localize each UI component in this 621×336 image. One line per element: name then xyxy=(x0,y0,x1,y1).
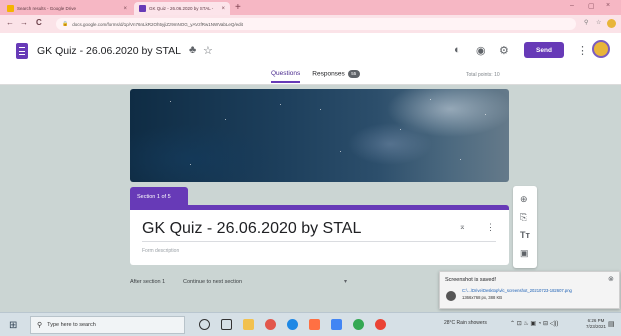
forward-icon[interactable]: → xyxy=(20,18,28,27)
select-value: Continue to next section xyxy=(183,279,243,285)
google-forms-icon[interactable] xyxy=(16,43,28,59)
add-title-icon[interactable]: Tт xyxy=(520,230,530,240)
section-title-card[interactable]: GK Quiz - 26.06.2020 by STAL ⌅ ⋮ Form de… xyxy=(130,205,509,265)
close-tab-icon[interactable]: × xyxy=(123,6,127,12)
cortana-icon[interactable] xyxy=(199,319,210,330)
zoom-icon[interactable]: ⚲ xyxy=(584,19,588,26)
maximize-icon[interactable]: ▢ xyxy=(588,2,595,10)
section-tag: Section 1 of 5 xyxy=(130,187,188,207)
star-icon[interactable]: ☆ xyxy=(203,44,213,57)
address-bar-row: ← → C 🔒 docs.google.com/forms/d/1p/Vn76n… xyxy=(0,15,621,33)
form-title[interactable]: GK Quiz - 26.06.2020 by STAL xyxy=(37,45,181,57)
more-options-icon[interactable]: ⋮ xyxy=(577,44,588,57)
header-banner-image xyxy=(130,89,509,182)
forms-header: GK Quiz - 26.06.2020 by STAL ♣ ☆ ◐ ◉ ⚙ S… xyxy=(0,33,621,85)
edge-icon[interactable] xyxy=(287,319,298,330)
forms-icon xyxy=(139,5,146,12)
back-icon[interactable]: ← xyxy=(6,18,14,27)
add-image-icon[interactable]: ▣ xyxy=(520,248,529,259)
palette-icon[interactable]: ◐ xyxy=(454,44,461,56)
send-button[interactable]: Send xyxy=(524,42,564,58)
chevron-down-icon: ▾ xyxy=(343,279,347,285)
divider xyxy=(142,241,496,242)
more-options-icon[interactable]: ⋮ xyxy=(486,222,495,233)
new-tab-button[interactable]: + xyxy=(235,2,241,13)
task-view-icon[interactable] xyxy=(221,319,232,330)
add-question-icon[interactable]: ⊕ xyxy=(520,194,528,205)
search-placeholder: Type here to search xyxy=(47,322,96,328)
tab-title: GK Quiz - 26.06.2020 by STAL - xyxy=(149,6,214,11)
screenshot-saved-notification[interactable]: Screenshot is saved! ⊗ C:\...\Drive\Desk… xyxy=(439,271,620,309)
system-tray-icons[interactable]: ⌃ ⊡ ♨ ▣ ◔ ⊟ ◁)) xyxy=(510,320,558,327)
section-title[interactable]: GK Quiz - 26.06.2020 by STAL xyxy=(142,220,361,238)
lock-icon: 🔒 xyxy=(62,21,69,27)
notification-title: Screenshot is saved! xyxy=(445,277,497,283)
file-explorer-icon[interactable] xyxy=(243,319,254,330)
profile-icon[interactable] xyxy=(607,19,616,28)
paint-icon[interactable] xyxy=(265,319,276,330)
responses-count-badge: 55 xyxy=(347,70,360,78)
windows-start-icon[interactable]: ⊞ xyxy=(9,320,17,331)
minimize-icon[interactable]: – xyxy=(570,2,574,9)
office-icon[interactable] xyxy=(309,319,320,330)
close-tab-icon[interactable]: × xyxy=(221,6,225,12)
tab-responses[interactable]: Responses 55 xyxy=(312,70,360,83)
browser-tab-drive[interactable]: Search results - Google Drive × xyxy=(2,2,132,15)
move-to-folder-icon[interactable]: ♣ xyxy=(189,44,196,56)
windows-taskbar: ⊞ ⚲ Type here to search 28°C Rain shower… xyxy=(0,312,621,336)
clock-date: 7/23/2021 xyxy=(586,324,607,329)
reload-icon[interactable]: C xyxy=(36,18,42,27)
after-section-label: After section 1 xyxy=(130,279,166,285)
browser-tab-strip: Search results - Google Drive × GK Quiz … xyxy=(0,0,621,15)
form-tabs: Questions Responses 55 xyxy=(271,70,360,83)
section-navigation-select[interactable]: Continue to next section ▾ xyxy=(183,279,353,285)
taskbar-clock[interactable]: 6:26 PM 7/23/2021 xyxy=(586,318,606,330)
url-field[interactable]: 🔒 docs.google.com/forms/d/1p/Vn76nLkR2Oh… xyxy=(56,18,576,30)
weather-widget[interactable]: 28°C Rain showers xyxy=(444,320,487,326)
drive-icon xyxy=(7,5,14,12)
taskbar-search-box[interactable]: ⚲ Type here to search xyxy=(30,316,185,334)
settings-gear-icon[interactable]: ⚙ xyxy=(499,44,509,57)
close-icon[interactable]: ⊗ xyxy=(608,275,614,283)
collapse-icon[interactable]: ⌅ xyxy=(459,222,466,231)
chrome-icon[interactable] xyxy=(353,319,364,330)
bookmark-star-icon[interactable]: ☆ xyxy=(596,19,601,26)
tab-title: Search results - Google Drive xyxy=(17,6,77,11)
url-text: docs.google.com/forms/d/1p/Vn76nLkR2Oh5y… xyxy=(72,21,243,27)
avatar[interactable] xyxy=(592,40,610,58)
store-icon[interactable] xyxy=(331,319,342,330)
chrome-profile-icon[interactable] xyxy=(375,319,386,330)
tab-questions[interactable]: Questions xyxy=(271,70,301,83)
import-questions-icon[interactable]: ⎘ xyxy=(520,212,527,223)
total-points: Total points: 10 xyxy=(466,72,500,78)
file-size: 1366x768 px, 388 KB xyxy=(462,295,503,300)
notification-center-icon[interactable]: ▤ xyxy=(608,320,615,328)
search-icon: ⚲ xyxy=(37,322,43,329)
browser-tab-forms[interactable]: GK Quiz - 26.06.2020 by STAL - × xyxy=(134,2,230,15)
close-window-icon[interactable]: × xyxy=(606,2,610,9)
file-path-link[interactable]: C:\...\Drive\Desktop\vlc_screenshot_2021… xyxy=(462,288,616,293)
floating-toolbar: ⊕ ⎘ Tт ▣ xyxy=(513,186,537,268)
preview-eye-icon[interactable]: ◉ xyxy=(476,44,486,57)
file-icon xyxy=(446,291,456,301)
form-description-field[interactable]: Form description xyxy=(142,248,179,254)
